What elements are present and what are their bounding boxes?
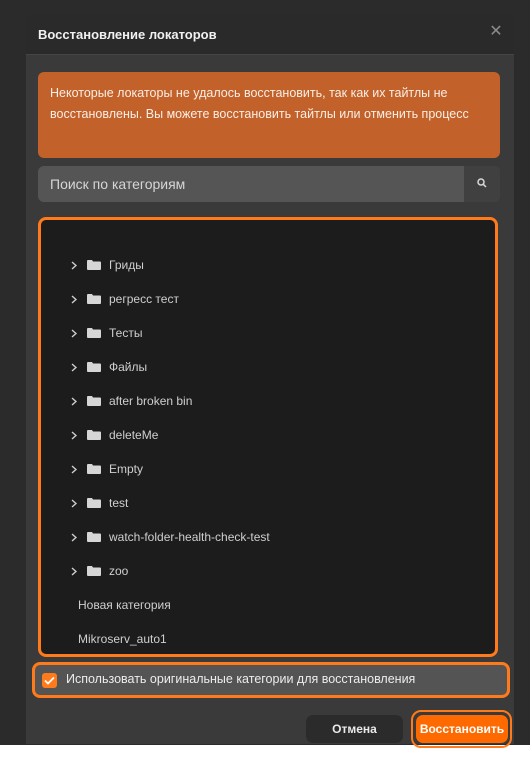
chevron-right-icon[interactable] bbox=[67, 389, 81, 413]
chevron-right-icon[interactable] bbox=[67, 525, 81, 549]
dialog-title: Восстановление локаторов bbox=[38, 27, 217, 42]
tree-folder-item[interactable]: test bbox=[67, 491, 128, 515]
tree-folder-item[interactable]: watch-folder-health-check-test bbox=[67, 525, 270, 549]
checkmark-icon bbox=[44, 676, 55, 685]
folder-icon bbox=[87, 328, 101, 338]
tree-folder-item[interactable]: Тесты bbox=[67, 321, 142, 345]
tree-folder-item[interactable]: deleteMe bbox=[67, 423, 158, 447]
chevron-right-icon[interactable] bbox=[67, 287, 81, 311]
tree-folder-item[interactable]: регресс тест bbox=[67, 287, 179, 311]
tree-folder-label: Empty bbox=[109, 462, 144, 476]
chevron-right-icon[interactable] bbox=[67, 321, 81, 345]
use-original-categories-option[interactable]: Использовать оригинальные категории для … bbox=[32, 662, 510, 698]
tree-folder-label: after broken bin bbox=[109, 394, 193, 408]
tree-folder-label: Тесты bbox=[109, 326, 143, 340]
tree-folder-item[interactable]: zoo bbox=[67, 559, 128, 583]
tree-category-label: Новая категория bbox=[78, 598, 171, 612]
folder-icon bbox=[87, 498, 101, 508]
tree-folder-item[interactable]: Файлы bbox=[67, 355, 147, 379]
folder-icon bbox=[87, 294, 101, 304]
chevron-right-icon[interactable] bbox=[67, 423, 81, 447]
tree-category-label: Mikroserv_auto1 bbox=[78, 632, 167, 646]
chevron-right-icon[interactable] bbox=[67, 253, 81, 277]
use-original-categories-checkbox[interactable] bbox=[42, 673, 57, 688]
chevron-right-icon[interactable] bbox=[67, 491, 81, 515]
tree-category-item[interactable]: Новая категория bbox=[78, 593, 171, 617]
folder-icon bbox=[87, 464, 101, 474]
tree-folder-label: deleteMe bbox=[109, 428, 159, 442]
chevron-right-icon[interactable] bbox=[67, 355, 81, 379]
warning-message: Некоторые локаторы не удалось восстанови… bbox=[38, 72, 500, 158]
folder-icon bbox=[87, 362, 101, 372]
chevron-right-icon[interactable] bbox=[67, 457, 81, 481]
tree-folder-item[interactable]: Empty bbox=[67, 457, 143, 481]
category-tree: Гриды регресс тест Тесты Файлы after broken … bbox=[38, 217, 498, 657]
tree-category-item[interactable]: Mikroserv_auto1 bbox=[78, 627, 167, 651]
tree-folder-label: Гриды bbox=[109, 258, 144, 272]
restore-locators-dialog: Восстановление локаторов ✕ Некоторые лок… bbox=[26, 14, 514, 748]
tree-folder-label: zoo bbox=[109, 564, 129, 578]
search-input[interactable] bbox=[38, 166, 463, 202]
search-icon bbox=[477, 175, 487, 193]
use-original-categories-label: Использовать оригинальные категории для … bbox=[66, 672, 416, 686]
tree-folder-label: регресс тест bbox=[109, 292, 179, 306]
dialog-header: Восстановление локаторов ✕ bbox=[26, 14, 514, 55]
tree-folder-item[interactable]: after broken bin bbox=[67, 389, 192, 413]
close-icon[interactable]: ✕ bbox=[486, 22, 506, 42]
tree-folder-item[interactable]: Гриды bbox=[67, 253, 144, 277]
tree-folder-label: test bbox=[109, 496, 129, 510]
folder-icon bbox=[87, 260, 101, 270]
category-search bbox=[38, 166, 500, 202]
restore-button[interactable]: Восстановить bbox=[416, 715, 508, 743]
tree-folder-label: Файлы bbox=[109, 360, 148, 374]
folder-icon bbox=[87, 396, 101, 406]
tree-folder-label: watch-folder-health-check-test bbox=[109, 530, 270, 544]
chevron-right-icon[interactable] bbox=[67, 559, 81, 583]
folder-icon bbox=[87, 430, 101, 440]
folder-icon bbox=[87, 532, 101, 542]
search-button[interactable] bbox=[464, 166, 500, 202]
cancel-button[interactable]: Отмена bbox=[306, 715, 403, 743]
folder-icon bbox=[87, 566, 101, 576]
